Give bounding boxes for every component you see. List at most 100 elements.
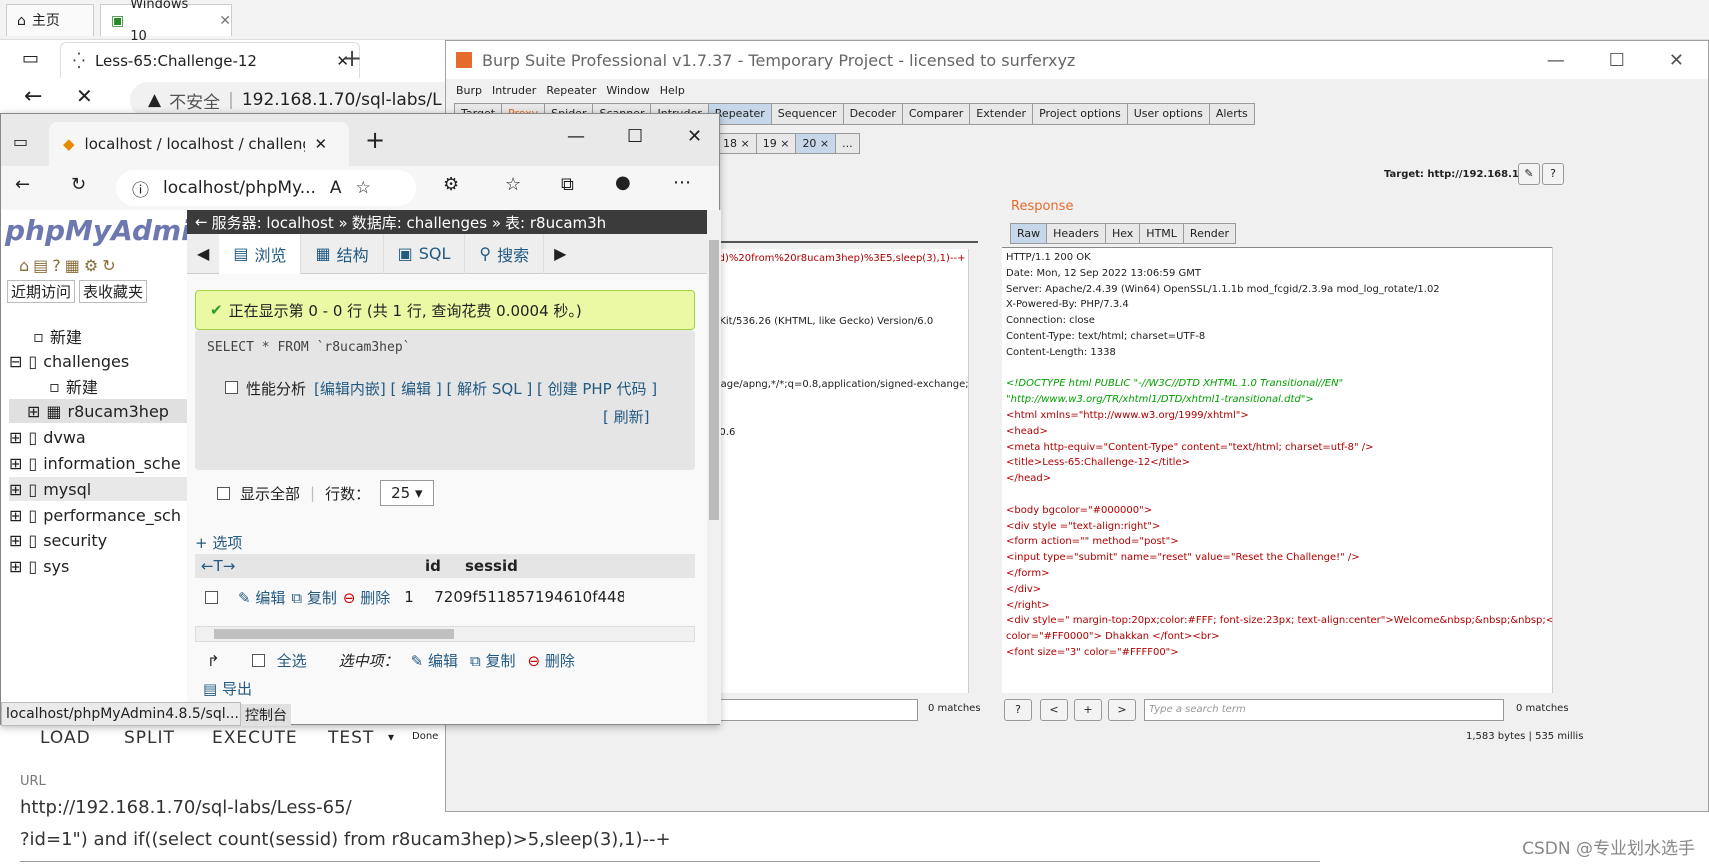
resp-tab-raw[interactable]: Raw bbox=[1010, 223, 1048, 244]
bulk-copy[interactable]: ⧉ 复制 bbox=[470, 650, 516, 671]
tab-comparer[interactable]: Comparer bbox=[901, 103, 971, 125]
expand-icon[interactable]: ⊞ bbox=[9, 506, 22, 525]
expand-icon[interactable]: ⊞ bbox=[9, 480, 22, 499]
minimize-icon[interactable]: — bbox=[567, 126, 585, 147]
load-button[interactable]: LOAD bbox=[40, 728, 91, 748]
read-aloud-icon[interactable]: A bbox=[330, 178, 342, 198]
back-browser-tab[interactable]: ⁛ Less-65:Challenge-12 ✕ bbox=[60, 42, 360, 78]
help-icon[interactable]: ? bbox=[1004, 699, 1032, 721]
tree-item-new[interactable]: ▫ 新建 bbox=[9, 324, 189, 348]
bulk-edit[interactable]: ✎ 编辑 bbox=[411, 650, 458, 671]
select-all-checkbox[interactable] bbox=[251, 654, 265, 667]
tree-item-sys[interactable]: ⊞ ▯ sys bbox=[9, 554, 189, 578]
close-icon[interactable]: ✕ bbox=[315, 135, 328, 153]
subtab-19[interactable]: 19 × bbox=[755, 133, 797, 154]
sidebar-icon[interactable]: ▭ bbox=[13, 132, 28, 151]
column-sessid[interactable]: sessid bbox=[465, 557, 518, 575]
close-icon[interactable]: ✕ bbox=[219, 5, 231, 37]
tab-browse[interactable]: ▤ 浏览 bbox=[219, 233, 302, 274]
bulk-delete[interactable]: ⊖ 删除 bbox=[527, 650, 574, 671]
address-bar[interactable]: ⓘ localhost/phpMy... A ☆ bbox=[116, 170, 416, 206]
back-icon[interactable]: ← bbox=[24, 84, 42, 109]
sql-links[interactable]: [编辑内嵌] [ 编辑 ] [ 解析 SQL ] [ 创建 PHP 代码 ] bbox=[314, 378, 657, 399]
subtab-18[interactable]: 18 × bbox=[716, 133, 757, 154]
rows-select[interactable]: 25 ▾ bbox=[380, 480, 434, 506]
console-button[interactable]: 控制台 bbox=[241, 704, 291, 726]
tab-search[interactable]: ⚲ 搜索 bbox=[465, 233, 545, 274]
favorites-button[interactable]: 表收藏夹 bbox=[79, 280, 148, 303]
row-checkbox[interactable] bbox=[205, 590, 218, 604]
sidebar-icon[interactable]: ▭ bbox=[22, 48, 39, 69]
refresh-icon[interactable]: ↻ bbox=[71, 174, 86, 195]
pma-tab[interactable]: ◆ localhost / localhost / challenges ✕ bbox=[49, 122, 349, 166]
select-all-label[interactable]: 全选 bbox=[277, 650, 307, 671]
menu-help[interactable]: Help bbox=[660, 84, 685, 97]
close-icon[interactable]: ✕ bbox=[1669, 50, 1684, 71]
options-link[interactable]: + 选项 bbox=[195, 532, 242, 553]
collapse-nav-icon[interactable]: ← bbox=[195, 213, 208, 231]
split-button[interactable]: SPLIT bbox=[124, 728, 175, 748]
close-icon[interactable]: ✕ bbox=[687, 126, 702, 147]
breadcrumb-server[interactable]: 服务器: localhost » bbox=[212, 212, 348, 233]
stop-icon[interactable]: ✕ bbox=[76, 84, 93, 108]
recent-button[interactable]: 近期访问 bbox=[7, 280, 76, 303]
tab-decoder[interactable]: Decoder bbox=[842, 103, 903, 125]
breadcrumb-table[interactable]: 表: r8ucam3h bbox=[505, 212, 606, 233]
menu-window[interactable]: Window bbox=[606, 84, 649, 97]
menu-repeater[interactable]: Repeater bbox=[546, 84, 596, 97]
new-tab-icon[interactable]: + bbox=[365, 126, 385, 154]
edit-target-icon[interactable]: ✎ bbox=[1518, 163, 1540, 185]
favorites-icon[interactable]: ☆ bbox=[505, 174, 521, 195]
tree-item-performance-schema[interactable]: ⊞ ▯ performance_sch bbox=[9, 503, 189, 527]
collections-icon[interactable]: ⧉ bbox=[561, 174, 574, 195]
resp-tab-headers[interactable]: Headers bbox=[1046, 223, 1106, 244]
expand-icon[interactable]: ⊞ bbox=[9, 557, 22, 576]
menu-intruder[interactable]: Intruder bbox=[492, 84, 536, 97]
subtab-more[interactable]: ... bbox=[835, 133, 860, 154]
chevron-down-icon[interactable]: ▾ bbox=[388, 730, 394, 744]
column-arrows-icon[interactable]: ←T→ bbox=[195, 557, 425, 575]
tab-alerts[interactable]: Alerts bbox=[1208, 103, 1255, 125]
tab-extender[interactable]: Extender bbox=[969, 103, 1034, 125]
tree-item-new-table[interactable]: ▫ 新建 bbox=[9, 374, 189, 398]
extensions-icon[interactable]: ⚙ bbox=[443, 174, 459, 195]
menu-burp[interactable]: Burp bbox=[456, 84, 482, 97]
show-all-checkbox[interactable] bbox=[217, 486, 230, 500]
vm-tab-windows10[interactable]: ▣ Windows 10 ✕ bbox=[100, 0, 232, 44]
next-icon[interactable]: > bbox=[1108, 699, 1136, 721]
tab-scroll-right-icon[interactable]: ▶ bbox=[544, 244, 576, 263]
resp-tab-hex[interactable]: Hex bbox=[1104, 223, 1141, 244]
row-delete[interactable]: ⊖ 删除 bbox=[343, 587, 390, 608]
collapse-icon[interactable]: ⊟ bbox=[9, 352, 22, 371]
prev-icon[interactable]: < bbox=[1040, 699, 1068, 721]
tree-item-r8ucam3hep[interactable]: ⊞ ▦ r8ucam3hep bbox=[9, 399, 189, 423]
refresh-link[interactable]: [ 刷新] bbox=[603, 406, 649, 427]
favorite-add-icon[interactable]: ☆ bbox=[356, 178, 371, 198]
export-link[interactable]: ▤ 导出 bbox=[203, 678, 252, 699]
tab-sequencer[interactable]: Sequencer bbox=[770, 103, 844, 125]
expand-icon[interactable]: ⊞ bbox=[9, 531, 22, 550]
vm-tab-home[interactable]: ⌂ 主页 bbox=[6, 4, 94, 36]
row-copy[interactable]: ⧉ 复制 bbox=[291, 587, 337, 608]
back-icon[interactable]: ← bbox=[15, 174, 30, 195]
help-icon[interactable]: ? bbox=[1542, 163, 1564, 185]
pma-quick-icons[interactable]: ⌂▤?▦⚙↻ bbox=[19, 256, 120, 275]
column-id[interactable]: id bbox=[425, 557, 465, 575]
expand-icon[interactable]: ⊞ bbox=[9, 428, 22, 447]
plus-icon[interactable]: + bbox=[1074, 699, 1102, 721]
tab-sql[interactable]: ▣ SQL bbox=[384, 233, 466, 274]
pma-logo[interactable]: phpMyAdmin bbox=[5, 214, 211, 247]
execute-button[interactable]: EXECUTE bbox=[212, 728, 298, 748]
test-button[interactable]: TEST bbox=[328, 728, 374, 748]
resp-tab-html[interactable]: HTML bbox=[1139, 223, 1184, 244]
response-search-input[interactable]: Type a search term bbox=[1144, 699, 1504, 721]
tab-structure[interactable]: ▦ 结构 bbox=[301, 233, 384, 274]
more-icon[interactable]: ⋯ bbox=[673, 172, 691, 193]
tab-project-options[interactable]: Project options bbox=[1032, 103, 1128, 125]
tree-item-security[interactable]: ⊞ ▯ security bbox=[9, 528, 189, 552]
expand-icon[interactable]: ⊞ bbox=[27, 402, 40, 421]
expand-icon[interactable]: ⊞ bbox=[9, 454, 22, 473]
breadcrumb-database[interactable]: 数据库: challenges » bbox=[352, 212, 501, 233]
response-scrollbar[interactable] bbox=[1552, 247, 1566, 693]
tab-scroll-left-icon[interactable]: ◀ bbox=[187, 244, 219, 263]
